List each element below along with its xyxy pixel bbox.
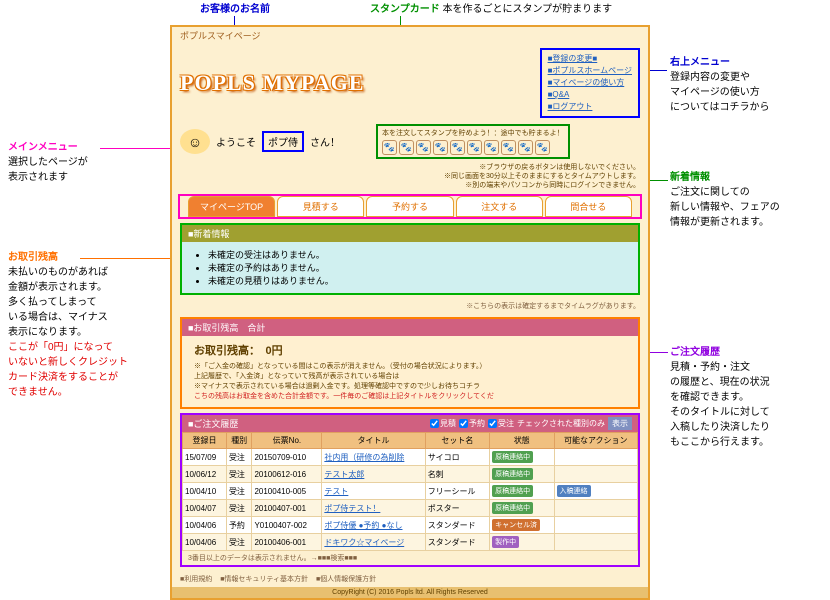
- paw-icon: 🐾: [450, 140, 465, 155]
- news-panel: ■新着情報 未確定の受注はありません。 未確定の予約はありません。 未確定の見積…: [180, 223, 640, 295]
- news-item: 未確定の予約はありません。: [208, 261, 626, 274]
- balance-label: お取引残高：: [194, 345, 255, 357]
- main-menu-tabs: マイページTOP 見積する 予約する 注文する 問合せる: [178, 194, 642, 219]
- filter-order[interactable]: 受注: [488, 418, 514, 429]
- news-title: ■新着情報: [182, 225, 638, 242]
- tab-inquiry[interactable]: 問合せる: [545, 196, 632, 217]
- news-footnote: ※こちらの表示は確定するまでタイムラグがあります。: [172, 299, 648, 313]
- tab-reserve[interactable]: 予約する: [366, 196, 453, 217]
- logo: POPLS MYPAGE: [180, 70, 365, 96]
- balance-title: ■お取引残高 合計: [182, 319, 638, 336]
- footer-links: ■利用規約 ■情報セキュリティ基本方針 ■個人情報保護方針: [172, 571, 648, 587]
- annotation-mainmenu: メインメニュー選択したページが 表示されます: [8, 140, 158, 185]
- history-title-link[interactable]: テスト: [324, 487, 348, 496]
- tab-order[interactable]: 注文する: [456, 196, 543, 217]
- face-icon: ☺: [180, 129, 210, 154]
- stamp-card: 本を注文してスタンプを貯めよう！：途中でも貯まるよ！ 🐾🐾🐾🐾🐾🐾🐾🐾🐾🐾: [376, 124, 570, 159]
- annotation-history: ご注文履歴見積・予約・注文 の履歴と、現在の状況 を確認できます。 そのタイトル…: [670, 345, 820, 450]
- copyright: CopyRight (C) 2016 Popls ltd. All Rights…: [172, 587, 648, 598]
- paw-icon: 🐾: [416, 140, 431, 155]
- history-panel: ■ご注文履歴 見積 予約 受注 チェックされた種別のみ 表示 登録日種別伝票No…: [180, 413, 640, 567]
- history-title-link[interactable]: ポプ侍テスト！: [324, 504, 380, 513]
- balance-panel: ■お取引残高 合計 お取引残高： 0円 ※「ご入金の確認」となっている間はこの表…: [180, 317, 640, 409]
- top-right-menu: ■登録の変更■ ■ポプルスホームページ ■マイページの使い方 ■Q&A ■ログア…: [540, 48, 640, 118]
- filter-reserve[interactable]: 予約: [459, 418, 485, 429]
- header-notes: ※ブラウザの戻るボタンは使用しないでください。※同じ画面を30分以上そのままにす…: [172, 161, 648, 192]
- news-item: 未確定の見積りはありません。: [208, 274, 626, 287]
- paw-icon: 🐾: [382, 140, 397, 155]
- rmenu-register[interactable]: ■登録の変更■: [548, 53, 632, 65]
- footer-security[interactable]: ■情報セキュリティ基本方針: [220, 576, 308, 583]
- greeting-bar: ☺ ようこそ ポプ侍 さん！ 本を注文してスタンプを貯めよう！：途中でも貯まるよ…: [172, 122, 648, 161]
- annotation-balance: お取引残高未払いのものがあれば 金額が表示されます。 多く払ってしまって いる場…: [8, 250, 163, 400]
- history-table: 登録日種別伝票No.タイトルセット名状態可能なアクション 15/07/09受注2…: [182, 432, 638, 551]
- history-title: ■ご注文履歴: [188, 417, 238, 430]
- filter-estimate[interactable]: 見積: [430, 418, 456, 429]
- tab-estimate[interactable]: 見積する: [277, 196, 364, 217]
- table-row: 10/06/12受注20100612-016テスト太郎名刺原稿連絡中: [183, 466, 638, 483]
- history-footnote: 3番目以上のデータは表示されません。→■■■検索■■■: [182, 551, 638, 565]
- balance-amount: 0円: [266, 345, 283, 357]
- annotation-rmenu: 右上メニュー登録内容の変更や マイページの使い方 についてはコチラから: [670, 55, 820, 115]
- footer-privacy[interactable]: ■個人情報保護方針: [316, 576, 376, 583]
- news-item: 未確定の受注はありません。: [208, 248, 626, 261]
- annotation-stamp: スタンプカード 本を作るごとにスタンプが貯まります: [370, 2, 612, 17]
- history-title-link[interactable]: ドキワク☆マイページ: [324, 538, 404, 547]
- filter-label: チェックされた種別のみ: [517, 418, 605, 429]
- rmenu-qa[interactable]: ■Q&A: [548, 89, 632, 101]
- history-title-link[interactable]: 社内用（研修の為削除: [324, 453, 404, 462]
- stamp-title: 本を注文してスタンプを貯めよう！：途中でも貯まるよ！: [382, 128, 564, 138]
- table-row: 10/04/06受注20100406-001ドキワク☆マイページスタンダード製作…: [183, 534, 638, 551]
- header: POPLS MYPAGE ■登録の変更■ ■ポプルスホームページ ■マイページの…: [172, 44, 648, 122]
- rmenu-logout[interactable]: ■ログアウト: [548, 101, 632, 113]
- paw-icon: 🐾: [501, 140, 516, 155]
- mypage-window: ポプルスマイページ POPLS MYPAGE ■登録の変更■ ■ポプルスホームペ…: [170, 25, 650, 600]
- page-subtitle: ポプルスマイページ: [172, 27, 648, 44]
- greeting-suffix: さん！: [310, 134, 340, 149]
- annotation-name: お客様のお名前: [200, 2, 270, 17]
- rmenu-howto[interactable]: ■マイページの使い方: [548, 77, 632, 89]
- annotation-news: 新着情報ご注文に関しての 新しい情報や、フェアの 情報が更新されます。: [670, 170, 820, 230]
- history-title-link[interactable]: ポプ侍優 ●予約 ●なし: [324, 521, 402, 530]
- filter-show-button[interactable]: 表示: [608, 417, 632, 430]
- table-row: 10/04/10受注20100410-005テストフリーシール原稿連絡中入稿連絡: [183, 483, 638, 500]
- table-row: 10/04/07受注20100407-001ポプ侍テスト！ポスター原稿連絡中: [183, 500, 638, 517]
- rmenu-homepage[interactable]: ■ポプルスホームページ: [548, 65, 632, 77]
- username: ポプ侍: [262, 131, 304, 152]
- paw-icon: 🐾: [467, 140, 482, 155]
- paw-icon: 🐾: [399, 140, 414, 155]
- paw-icon: 🐾: [433, 140, 448, 155]
- paw-icon: 🐾: [484, 140, 499, 155]
- footer-terms[interactable]: ■利用規約: [180, 576, 212, 583]
- table-row: 15/07/09受注20150709-010社内用（研修の為削除サイコロ原稿連絡…: [183, 449, 638, 466]
- paw-icon: 🐾: [535, 140, 550, 155]
- tab-mypage-top[interactable]: マイページTOP: [188, 196, 275, 217]
- greeting-prefix: ようこそ: [216, 134, 256, 149]
- paw-icon: 🐾: [518, 140, 533, 155]
- history-title-link[interactable]: テスト太郎: [324, 470, 364, 479]
